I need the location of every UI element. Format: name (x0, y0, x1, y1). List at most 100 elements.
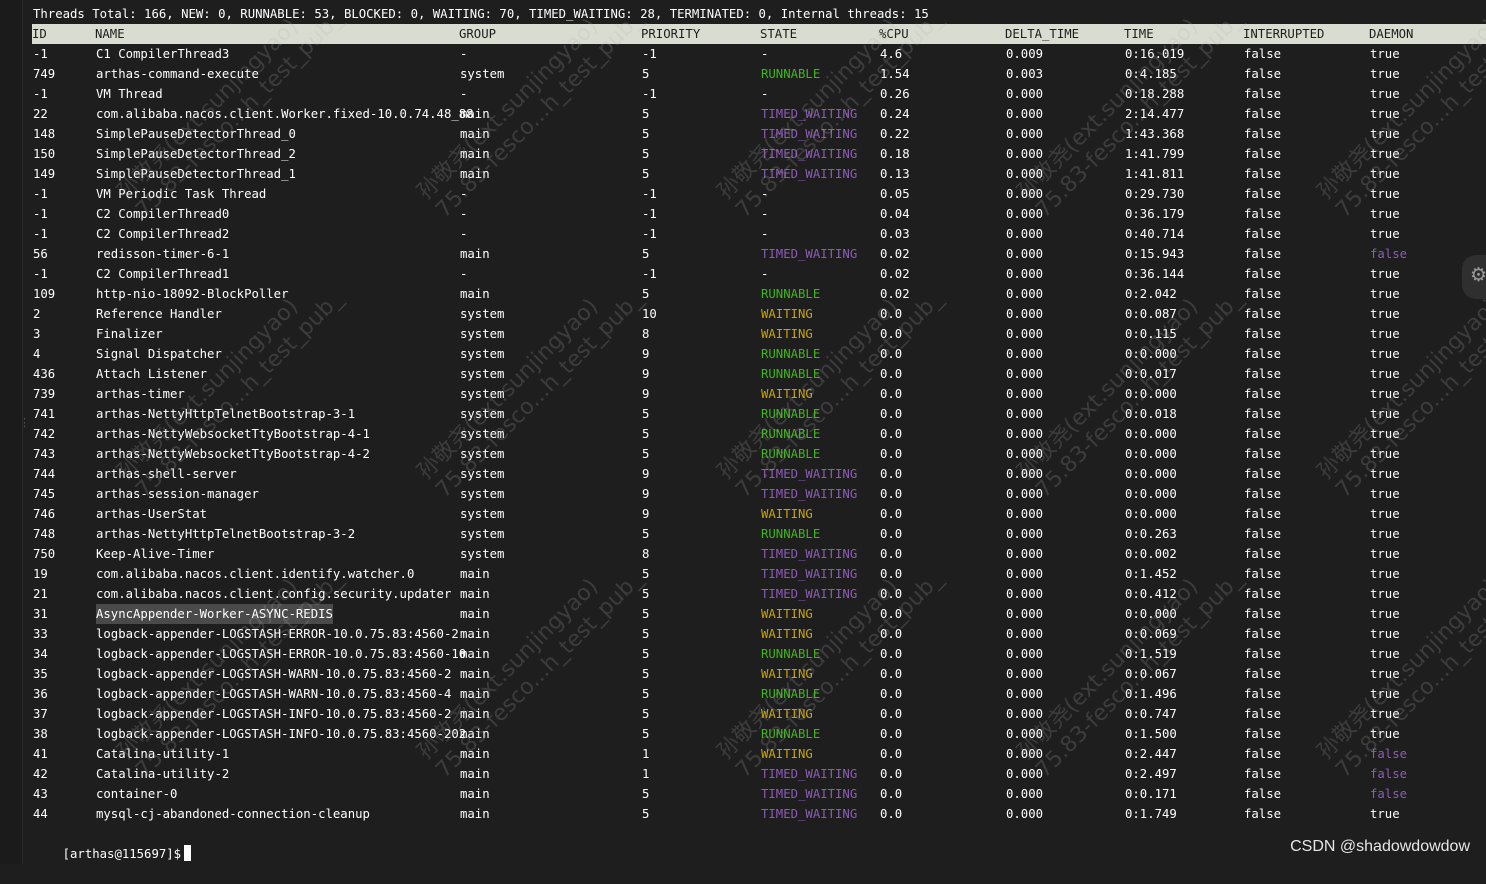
cell-time: 0:4.185 (1125, 67, 1177, 81)
table-row: 34 logback-appender-LOGSTASH-ERROR-10.0.7… (33, 644, 1486, 664)
cell-delta-time: 0.000 (1006, 787, 1044, 801)
shell-prompt-line[interactable]: [arthas@115697]$ (33, 824, 1486, 861)
cell-id: 22 (33, 107, 48, 121)
table-row: 750 Keep-Alive-Timer system 8 TIMED_WAITING 0… (33, 544, 1486, 564)
cell-delta-time: 0.000 (1006, 367, 1044, 381)
table-row: 35 logback-appender-LOGSTASH-WARN-10.0.75… (33, 664, 1486, 684)
cell-id: -1 (33, 207, 48, 221)
cell-interrupted: false (1244, 487, 1282, 501)
cell-time: 0:0.000 (1125, 487, 1177, 501)
cell-interrupted: false (1244, 427, 1282, 441)
cell-id: 744 (33, 467, 56, 481)
cell-time: 0:36.144 (1125, 267, 1185, 281)
cell-state: RUNNABLE (761, 67, 821, 81)
cell-daemon: true (1370, 487, 1400, 501)
cell-state: TIMED_WAITING (761, 787, 858, 801)
table-row: 3 Finalizer system 8 WAITING 0.0 0.000 0:0.115 f… (33, 324, 1486, 344)
cell-time: 0:2.042 (1125, 287, 1177, 301)
cell-cpu: 0.0 (880, 467, 903, 481)
cell-delta-time: 0.000 (1006, 447, 1044, 461)
cell-state: TIMED_WAITING (761, 147, 858, 161)
cell-name: logback-appender-LOGSTASH-ERROR-10.0.75.… (96, 627, 459, 641)
cell-daemon: true (1370, 507, 1400, 521)
table-row: 4 Signal Dispatcher system 9 RUNNABLE 0.0 0.00… (33, 344, 1486, 364)
resize-handle[interactable]: ⋮ (19, 417, 30, 428)
cell-interrupted: false (1244, 327, 1282, 341)
cell-name: com.alibaba.nacos.client.identify.watche… (96, 567, 415, 581)
cell-priority: 8 (642, 327, 650, 341)
cell-interrupted: false (1244, 607, 1282, 621)
cell-interrupted: false (1244, 167, 1282, 181)
cell-daemon: true (1370, 267, 1400, 281)
cell-time: 0:0.000 (1125, 607, 1177, 621)
cell-name: Catalina-utility-1 (96, 747, 230, 761)
cell-daemon: false (1370, 247, 1408, 261)
cell-name: arthas-NettyHttpTelnetBootstrap-3-1 (96, 407, 356, 421)
cell-name: Keep-Alive-Timer (96, 547, 215, 561)
cell-interrupted: false (1244, 407, 1282, 421)
cell-group: main (460, 127, 490, 141)
table-row: 742 arthas-NettyWebsocketTtyBootstrap-4-1… (33, 424, 1486, 444)
cell-delta-time: 0.000 (1006, 607, 1044, 621)
cell-daemon: true (1370, 707, 1400, 721)
cell-state: TIMED_WAITING (761, 127, 858, 141)
cell-cpu: 0.02 (880, 287, 910, 301)
cell-cpu: 4.6 (880, 47, 903, 61)
cell-time: 0:0.000 (1125, 467, 1177, 481)
table-header: ID NAME GROUP PRIORITY STATE %CPU DELTA_TIME TI… (32, 24, 1486, 44)
cell-cpu: 0.0 (880, 687, 903, 701)
cell-state: RUNNABLE (761, 347, 821, 361)
table-row: -1 C2 CompilerThread0 - -1 - 0.04 0.000 0:36.17… (33, 204, 1486, 224)
cell-cpu: 0.0 (880, 387, 903, 401)
cell-state: TIMED_WAITING (761, 487, 858, 501)
cell-group: main (460, 727, 490, 741)
cell-priority: 5 (642, 687, 650, 701)
cell-name: Signal Dispatcher (96, 347, 222, 361)
table-row: -1 C2 CompilerThread2 - -1 - 0.03 0.000 0:40.71… (33, 224, 1486, 244)
gear-icon[interactable]: ⚙ (1470, 266, 1486, 285)
cell-cpu: 0.0 (880, 407, 903, 421)
cell-state: TIMED_WAITING (761, 247, 858, 261)
cell-id: 35 (33, 667, 48, 681)
cell-delta-time: 0.000 (1006, 127, 1044, 141)
cell-time: 0:0.069 (1125, 627, 1177, 641)
cell-id: 38 (33, 727, 48, 741)
cell-daemon: true (1370, 727, 1400, 741)
cell-cpu: 0.0 (880, 807, 903, 821)
cell-group: - (460, 227, 468, 241)
cell-interrupted: false (1244, 207, 1282, 221)
cell-delta-time: 0.000 (1006, 647, 1044, 661)
cell-cpu: 0.0 (880, 307, 903, 321)
cell-id: 745 (33, 487, 56, 501)
cell-group: system (460, 307, 505, 321)
cell-group: main (460, 687, 490, 701)
cell-group: main (460, 607, 490, 621)
cell-state: WAITING (761, 507, 813, 521)
cell-cpu: 0.18 (880, 147, 910, 161)
table-row: 56 redisson-timer-6-1 main 5 TIMED_WAITING 0.… (33, 244, 1486, 264)
cell-group: - (460, 267, 468, 281)
cell-priority: 5 (642, 287, 650, 301)
cell-id: 109 (33, 287, 56, 301)
cell-priority: -1 (642, 267, 657, 281)
cell-id: 436 (33, 367, 56, 381)
cell-priority: 5 (642, 427, 650, 441)
cell-daemon: true (1370, 167, 1400, 181)
table-row: 33 logback-appender-LOGSTASH-ERROR-10.0.7… (33, 624, 1486, 644)
cell-cpu: 0.0 (880, 727, 903, 741)
cell-group: system (460, 527, 505, 541)
cell-state: TIMED_WAITING (761, 807, 858, 821)
table-row: 148 SimplePauseDetectorThread_0 main 5 TIMED… (33, 124, 1486, 144)
cell-interrupted: false (1244, 507, 1282, 521)
cell-id: 37 (33, 707, 48, 721)
settings-tab[interactable]: ⚙ (1462, 255, 1486, 299)
cell-id: 31 (33, 607, 48, 621)
column-header-cpu: %CPU (879, 27, 909, 41)
cell-cpu: 0.05 (880, 187, 910, 201)
cell-delta-time: 0.000 (1006, 267, 1044, 281)
cell-daemon: true (1370, 227, 1400, 241)
cell-name: logback-appender-LOGSTASH-ERROR-10.0.75.… (96, 647, 467, 661)
cell-group: system (460, 367, 505, 381)
cell-state: RUNNABLE (761, 527, 821, 541)
cell-interrupted: false (1244, 467, 1282, 481)
